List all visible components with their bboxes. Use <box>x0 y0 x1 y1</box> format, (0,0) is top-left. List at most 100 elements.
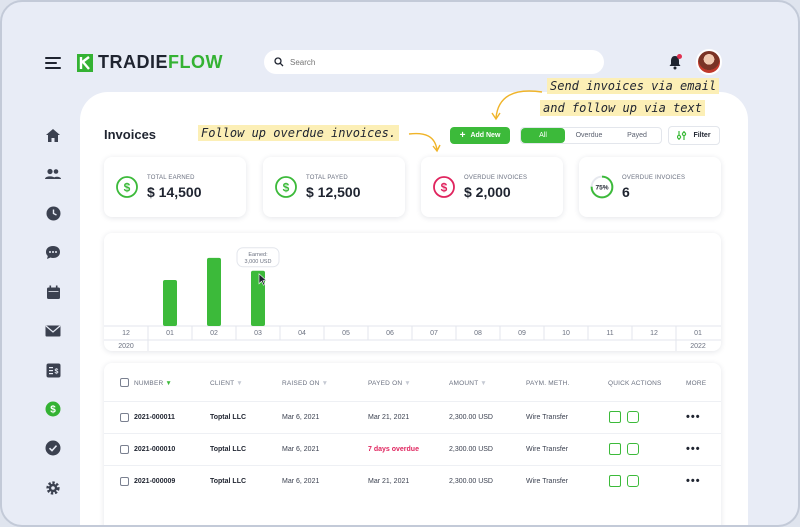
progress-ring-icon: 75% <box>590 175 614 199</box>
cell-client: Toptal LLC <box>210 414 247 421</box>
svg-text:$: $ <box>124 181 131 195</box>
filter-icon <box>677 131 687 140</box>
card-value: $ 2,000 <box>464 184 511 200</box>
logo-text: TRADIEFLOW <box>98 52 223 72</box>
row-checkbox[interactable] <box>120 445 129 454</box>
select-all-checkbox[interactable] <box>120 378 129 387</box>
svg-text:$: $ <box>54 368 58 375</box>
card-label: OVERDUE INVOICES <box>464 175 528 181</box>
header-payment-method: PAYM. METH. <box>526 380 570 387</box>
dollar-nav-icon-active[interactable]: $ <box>38 394 68 424</box>
cell-number: 2021-000010 <box>134 446 176 453</box>
user-avatar[interactable] <box>696 49 722 75</box>
add-new-button[interactable]: + Add New <box>450 127 510 144</box>
copy-icon[interactable] <box>609 443 621 455</box>
sort-arrow-icon: ▼ <box>236 380 243 387</box>
home-icon[interactable] <box>38 120 68 150</box>
print-icon[interactable] <box>627 411 639 423</box>
earnings-chart[interactable]: 12 01 02 03 04 05 06 07 08 09 10 11 12 01 2020 2022 Earn… <box>104 233 721 351</box>
search-input[interactable] <box>290 57 590 67</box>
add-new-label: Add New <box>470 132 501 139</box>
sort-arrow-icon: ▼ <box>480 380 487 387</box>
plus-icon: + <box>459 130 466 141</box>
ring-percent: 75% <box>595 185 608 192</box>
invoice-list-icon[interactable]: $ <box>38 355 68 385</box>
cell-amount: 2,300.00 USD <box>449 478 493 485</box>
cell-raised-on: Mar 6, 2021 <box>282 414 320 421</box>
device-frame: TRADIEFLOW Search $ $ Invoices + Add New… <box>0 0 800 527</box>
logo-mark-icon <box>77 53 93 72</box>
annotation-arrow-icon <box>408 132 441 153</box>
notification-dot <box>677 54 682 59</box>
row-checkbox[interactable] <box>120 413 129 422</box>
status-tabs: All Overdue Payed <box>520 127 662 144</box>
clock-icon[interactable] <box>38 198 68 228</box>
chart-tick-label: 05 <box>342 330 350 337</box>
chart-tooltip-value: 3,000 USD <box>245 259 272 265</box>
sort-arrow-icon: ▼ <box>321 380 329 387</box>
search-bar[interactable] <box>264 50 604 74</box>
chart-tick-label: 06 <box>386 330 394 337</box>
more-options-icon[interactable]: ••• <box>686 411 701 423</box>
card-label: OVERDUE INVOICES <box>622 175 686 181</box>
chart-bar[interactable] <box>163 279 177 326</box>
chat-icon[interactable] <box>38 237 68 267</box>
annotation-overdue: Follow up overdue invoices. <box>198 125 400 141</box>
dollar-icon: $ <box>433 176 455 198</box>
chart-tick-label: 01 <box>166 330 174 337</box>
check-circle-icon[interactable] <box>38 433 68 463</box>
header-quick-actions: QUICK ACTIONS <box>608 380 662 387</box>
header-amount[interactable]: AMOUNT ▼ <box>449 380 487 387</box>
mail-icon[interactable] <box>38 316 68 346</box>
tab-payed[interactable]: Payed <box>613 128 661 143</box>
header-more: MORE <box>686 380 707 387</box>
card-overdue-amount[interactable]: $ OVERDUE INVOICES $ 2,000 <box>421 157 563 217</box>
more-options-icon[interactable]: ••• <box>686 443 701 455</box>
svg-text:$: $ <box>283 181 290 195</box>
chart-tooltip: Earned:3,000 USD <box>236 247 280 268</box>
copy-icon[interactable] <box>609 475 621 487</box>
card-label: TOTAL EARNED <box>147 175 195 181</box>
more-options-icon[interactable]: ••• <box>686 475 701 487</box>
chart-tick-label: 02 <box>210 330 218 337</box>
chart-tick-label: 07 <box>430 330 438 337</box>
filter-button[interactable]: Filter <box>668 126 720 145</box>
card-total-earned[interactable]: $ TOTAL EARNED $ 14,500 <box>104 157 246 217</box>
card-total-payed[interactable]: $ TOTAL PAYED $ 12,500 <box>263 157 405 217</box>
tab-overdue[interactable]: Overdue <box>565 128 613 143</box>
header-client[interactable]: CLIENT ▼ <box>210 380 243 387</box>
gear-icon[interactable] <box>38 473 68 503</box>
table-row[interactable]: 2021-000011 Toptal LLC Mar 6, 2021 Mar 2… <box>104 401 721 433</box>
invoice-table: NUMBER ▼ CLIENT ▼ RAISED ON ▼ PAYED ON ▼… <box>104 363 721 525</box>
cell-client: Toptal LLC <box>210 478 247 485</box>
cell-payed-on-overdue: 7 days overdue <box>368 446 419 453</box>
print-icon[interactable] <box>627 443 639 455</box>
annotation-arrow-icon <box>491 90 543 121</box>
row-checkbox[interactable] <box>120 477 129 486</box>
card-value: $ 14,500 <box>147 184 202 200</box>
sort-arrow-icon: ▼ <box>404 380 411 387</box>
chart-tick-label: 09 <box>518 330 526 337</box>
app-logo[interactable]: TRADIEFLOW <box>77 52 223 73</box>
filter-label: Filter <box>693 132 711 139</box>
menu-icon[interactable] <box>45 57 61 69</box>
table-row[interactable]: 2021-000009 Toptal LLC Mar 6, 2021 Mar 2… <box>104 465 721 497</box>
chart-tooltip-title: Earned: <box>248 252 268 258</box>
card-overdue-count[interactable]: 75% OVERDUE INVOICES 6 <box>579 157 721 217</box>
table-row[interactable]: 2021-000010 Toptal LLC Mar 6, 2021 7 day… <box>104 433 721 465</box>
header-raised-on[interactable]: RAISED ON ▼ <box>282 380 328 387</box>
header-payed-on[interactable]: PAYED ON ▼ <box>368 380 411 387</box>
tab-all[interactable]: All <box>521 128 565 143</box>
copy-icon[interactable] <box>609 411 621 423</box>
cell-number: 2021-000009 <box>134 478 176 485</box>
header-number[interactable]: NUMBER ▼ <box>134 380 172 387</box>
search-icon <box>274 57 284 67</box>
print-icon[interactable] <box>627 475 639 487</box>
users-icon[interactable] <box>38 159 68 189</box>
calendar-icon[interactable] <box>38 277 68 307</box>
cell-payment-method: Wire Transfer <box>526 478 569 485</box>
svg-text:$: $ <box>50 405 56 416</box>
main-panel: Invoices + Add New All Overdue Payed Fil… <box>80 92 748 525</box>
chart-bar[interactable] <box>207 257 221 326</box>
dollar-icon: $ <box>275 176 297 198</box>
